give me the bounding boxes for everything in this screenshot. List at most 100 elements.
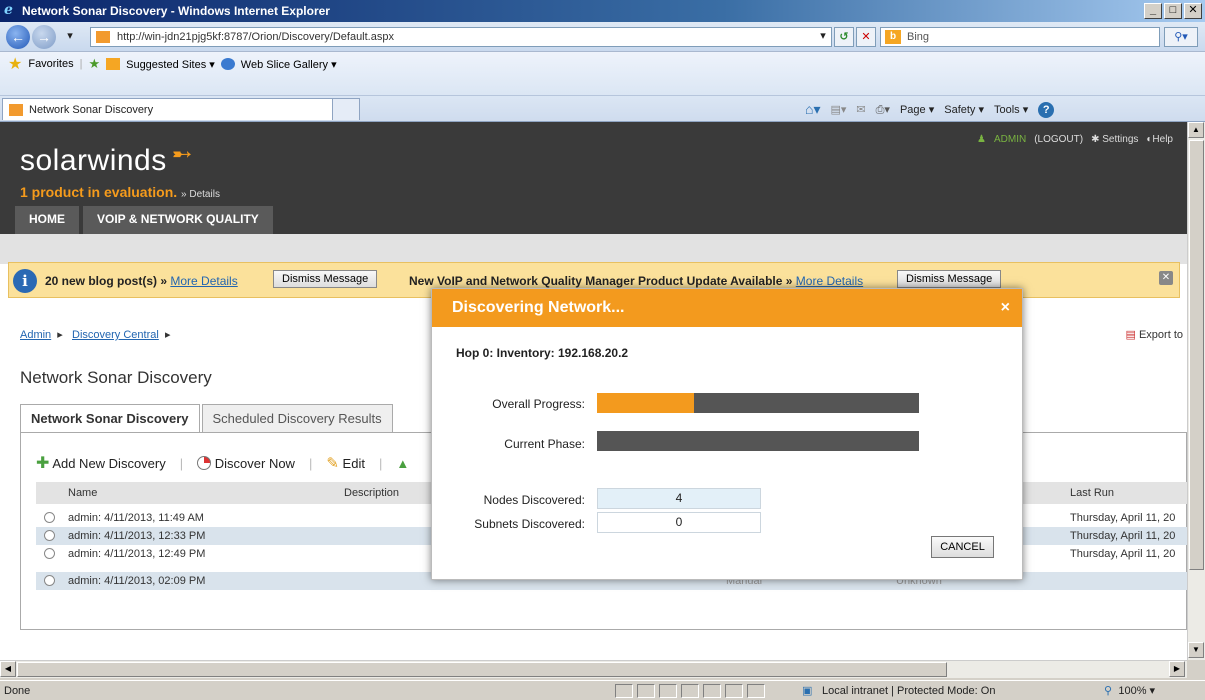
scroll-right-icon[interactable]: ▶: [1169, 661, 1185, 677]
favicon-icon: [96, 31, 110, 43]
back-button[interactable]: ←: [6, 25, 30, 49]
banner-close-icon[interactable]: ✕: [1159, 271, 1173, 285]
web-slice-link[interactable]: Web Slice Gallery ▾: [241, 58, 337, 71]
suggested-sites-icon: [106, 58, 121, 70]
row-radio[interactable]: [44, 512, 55, 523]
favorites-star-icon: ★: [8, 56, 23, 73]
home-icon[interactable]: ⌂▾: [805, 101, 820, 118]
browser-tab[interactable]: Network Sonar Discovery: [2, 98, 360, 120]
maximize-button[interactable]: □: [1164, 3, 1182, 19]
edit-button[interactable]: ✎ Edit: [326, 454, 365, 472]
update-more-link[interactable]: More Details: [796, 274, 863, 288]
info-icon: i: [13, 269, 37, 293]
status-pane: [747, 684, 765, 698]
intranet-icon: ▣: [802, 685, 813, 697]
search-icon[interactable]: ⚲▾: [1164, 27, 1198, 47]
scroll-left-icon[interactable]: ◀: [0, 661, 16, 677]
row-radio[interactable]: [44, 548, 55, 559]
help-icon[interactable]: ?: [1038, 101, 1055, 118]
dismiss-update-button[interactable]: Dismiss Message: [897, 270, 1002, 288]
discovery-toolbar: ✚ Add New Discovery | Discover Now | ✎ E…: [36, 453, 409, 473]
dialog-header: Discovering Network...: [432, 289, 1022, 327]
dismiss-blog-button[interactable]: Dismiss Message: [273, 270, 378, 288]
cancel-button[interactable]: CANCEL: [931, 536, 994, 558]
row-name: admin: 4/11/2013, 12:49 PM: [68, 548, 206, 560]
breadcrumb-admin[interactable]: Admin: [20, 329, 51, 341]
row-last-run: Thursday, April 11, 20: [1070, 512, 1176, 524]
eval-details-link[interactable]: » Details: [181, 189, 220, 200]
stop-icon[interactable]: ✕: [856, 27, 876, 47]
nav-voip[interactable]: VOIP & NETWORK QUALITY: [83, 206, 273, 234]
history-dropdown-icon[interactable]: ▾: [62, 27, 78, 47]
zoom-control[interactable]: ⚲ 100% ▾: [1100, 681, 1155, 700]
col-last-run[interactable]: Last Run: [1070, 487, 1114, 499]
address-dropdown-icon[interactable]: ▾: [815, 27, 831, 47]
pencil-icon: ✎: [326, 455, 339, 472]
add-discovery-button[interactable]: ✚ Add New Discovery: [36, 453, 166, 473]
breadcrumb-discovery-central[interactable]: Discovery Central: [72, 329, 159, 341]
print-icon[interactable]: ⎙▾: [876, 103, 890, 117]
status-pane: [681, 684, 699, 698]
add-favorite-icon[interactable]: ★: [88, 56, 100, 72]
dialog-title: Discovering Network...: [452, 299, 625, 316]
import-icon[interactable]: ▲: [396, 456, 409, 471]
col-name[interactable]: Name: [68, 487, 97, 499]
vertical-scroll-thumb[interactable]: [1189, 140, 1204, 570]
row-name: admin: 4/11/2013, 02:09 PM: [68, 575, 206, 587]
plus-icon: ✚: [36, 455, 50, 472]
row-radio[interactable]: [44, 575, 55, 586]
forward-button[interactable]: →: [32, 25, 56, 49]
nodes-discovered-value: 4: [597, 488, 761, 509]
search-input[interactable]: b Bing: [880, 27, 1160, 47]
mail-icon[interactable]: ✉: [856, 103, 865, 116]
row-radio[interactable]: [44, 530, 55, 541]
search-placeholder: Bing: [907, 31, 930, 43]
discovery-tabs: Network Sonar Discovery Scheduled Discov…: [20, 404, 393, 432]
tools-menu[interactable]: Tools ▾: [994, 103, 1028, 116]
tab-network-sonar-discovery[interactable]: Network Sonar Discovery: [20, 404, 200, 432]
status-pane: [703, 684, 721, 698]
page-menu[interactable]: Page ▾: [900, 103, 934, 116]
settings-link[interactable]: ✱ Settings: [1091, 134, 1138, 145]
address-input[interactable]: http://win-jdn21pjg5kf:8787/Orion/Discov…: [90, 27, 832, 47]
solarwinds-logo[interactable]: solarwinds ➸: [20, 141, 192, 178]
ie-logo-icon: e: [4, 2, 13, 18]
safety-menu[interactable]: Safety ▾: [944, 103, 984, 116]
discover-now-button[interactable]: Discover Now: [197, 455, 295, 471]
sub-header: [0, 234, 1187, 264]
blog-more-link[interactable]: More Details: [170, 274, 237, 288]
breadcrumb: Admin ▸ Discovery Central ▸: [20, 328, 170, 341]
zone-text: Local intranet | Protected Mode: On: [822, 685, 996, 697]
export-link[interactable]: ▤ Export to: [1126, 328, 1184, 341]
tab-scheduled-results[interactable]: Scheduled Discovery Results: [201, 404, 393, 432]
refresh-icon[interactable]: ↺: [834, 27, 854, 47]
logo-text: solarwinds: [20, 144, 167, 177]
blog-message-text: 20 new blog post(s) »: [45, 274, 168, 288]
horizontal-scrollbar[interactable]: ◀ ▶: [0, 660, 1187, 678]
scroll-down-icon[interactable]: ▼: [1188, 642, 1204, 658]
export-label: Export to: [1138, 329, 1183, 341]
favorites-button[interactable]: Favorites: [28, 58, 73, 70]
feeds-icon[interactable]: ▤▾: [830, 103, 846, 116]
close-window-button[interactable]: ✕: [1184, 3, 1202, 19]
logout-link[interactable]: (LOGOUT): [1034, 134, 1083, 145]
suggested-sites-link[interactable]: Suggested Sites ▾: [126, 58, 215, 71]
current-phase-bar: [597, 431, 919, 451]
bing-icon: b: [885, 30, 901, 44]
address-bar-row: ← → ▾ http://win-jdn21pjg5kf:8787/Orion/…: [0, 22, 1205, 52]
vertical-scrollbar[interactable]: ▲ ▼: [1187, 122, 1205, 660]
status-pane: [725, 684, 743, 698]
discover-now-label: Discover Now: [214, 455, 295, 471]
nav-home[interactable]: HOME: [15, 206, 79, 234]
minimize-button[interactable]: _: [1144, 3, 1162, 19]
favorites-bar: ★ Favorites | ★ Suggested Sites ▾ Web Sl…: [0, 52, 1205, 96]
help-link[interactable]: ◐Help: [1146, 134, 1173, 145]
separator: |: [378, 455, 383, 471]
new-tab-button[interactable]: [332, 98, 360, 120]
dialog-close-icon[interactable]: ×: [1001, 289, 1010, 327]
horizontal-scroll-thumb[interactable]: [17, 662, 947, 677]
security-zone[interactable]: ▣ Local intranet | Protected Mode: On: [800, 681, 995, 700]
col-description[interactable]: Description: [344, 487, 399, 499]
user-icon: ♟: [977, 134, 986, 145]
scroll-up-icon[interactable]: ▲: [1188, 122, 1204, 138]
